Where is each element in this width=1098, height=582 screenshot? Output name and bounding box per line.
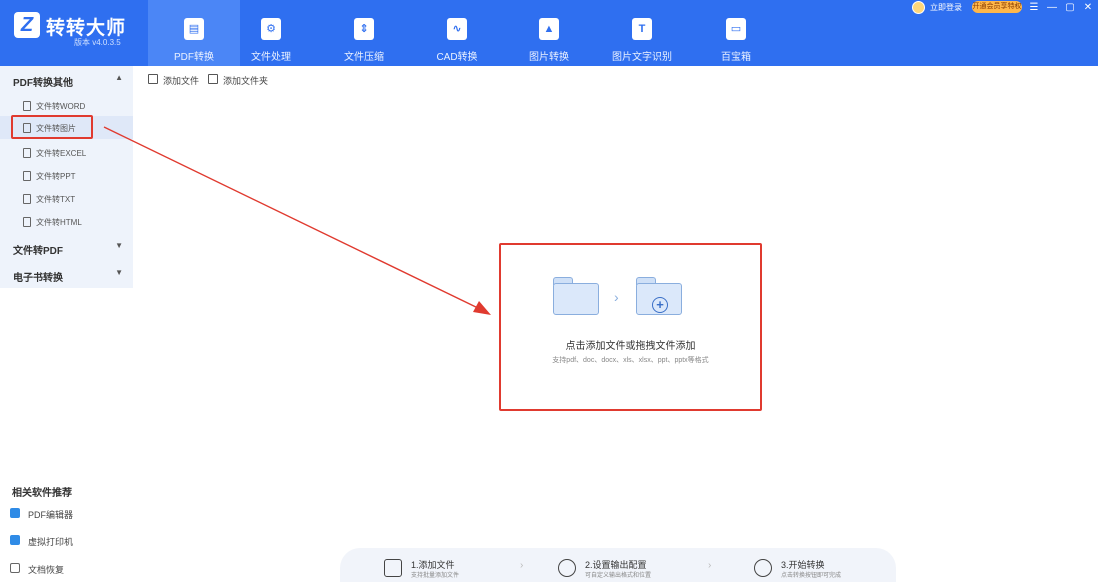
arrow-head <box>473 301 491 315</box>
sidebar-item-label: 文件转WORD <box>36 102 86 111</box>
sidebar-item-to-ppt[interactable]: 文件转PPT <box>0 164 133 187</box>
file-icon <box>23 217 31 227</box>
tab-cad-convert[interactable]: ∿ CAD转换 <box>411 0 503 66</box>
logo-mark: Z <box>14 12 40 38</box>
sidebar-item-to-txt[interactable]: 文件转TXT <box>0 187 133 210</box>
login-link[interactable]: 立即登录 <box>930 2 962 13</box>
sidebar-group-label: 文件转PDF <box>13 246 63 257</box>
sidebar-group-file-to-pdf[interactable]: 文件转PDF ▼ <box>0 236 133 260</box>
sidebar-group-ebook[interactable]: 电子书转换 ▼ <box>0 263 133 287</box>
sidebar-item-to-html[interactable]: 文件转HTML <box>0 210 133 233</box>
add-folder-button[interactable]: 添加文件夹 <box>208 72 278 88</box>
sidebar-item-label: 文件转HTML <box>36 218 82 227</box>
add-file-icon <box>148 74 158 84</box>
chevron-right-icon: › <box>614 289 619 305</box>
sidebar-group-pdf-other[interactable]: PDF转换其他 ▲ <box>0 68 133 92</box>
app-version: 版本 v4.0.3.5 <box>74 38 121 47</box>
step-subtitle: 可自定义输出格式和位置 <box>585 573 652 579</box>
sidebar-group-label: 电子书转换 <box>13 273 63 284</box>
related-item-pdf-editor[interactable]: PDF编辑器 <box>10 506 120 522</box>
close-icon[interactable]: ✕ <box>1080 0 1096 16</box>
related-label: PDF编辑器 <box>28 510 74 520</box>
chevron-down-icon: ▼ <box>115 241 123 250</box>
convert-icon <box>754 559 772 577</box>
recovery-icon <box>10 563 20 573</box>
folder-add-icon: + <box>636 277 682 315</box>
pdf-editor-icon <box>10 508 20 518</box>
avatar[interactable] <box>912 1 925 14</box>
tab-image-convert[interactable]: ▲ 图片转换 <box>503 0 595 66</box>
file-drop-zone[interactable]: › + 点击添加文件或拖拽文件添加 支持pdf、doc、docx、xls、xls… <box>499 243 762 411</box>
related-item-doc-recovery[interactable]: 文档恢复 <box>10 561 120 577</box>
toolbar-label: 添加文件夹 <box>223 76 269 86</box>
tab-label: 文件处理 <box>251 52 291 63</box>
step-separator: › <box>520 560 524 571</box>
compress-icon: ⇕ <box>354 18 374 40</box>
step-separator: › <box>708 560 712 571</box>
cad-icon: ∿ <box>447 18 467 40</box>
highlight-box-sidebar <box>11 115 93 139</box>
maximize-icon[interactable]: ▢ <box>1062 0 1078 16</box>
sidebar-item-to-word[interactable]: 文件转WORD <box>0 94 133 117</box>
tab-label: 图片转换 <box>529 52 569 63</box>
app-logo: Z 转转大师 版本 v4.0.3.5 <box>14 10 134 50</box>
menu-icon[interactable]: ☰ <box>1026 0 1042 16</box>
drop-zone-formats: 支持pdf、doc、docx、xls、xlsx、ppt、pptx等格式 <box>552 357 709 364</box>
tab-file-process[interactable]: ⚙ 文件处理 <box>225 0 317 66</box>
minimize-icon[interactable]: — <box>1044 0 1060 16</box>
tab-label: 文件压缩 <box>344 52 384 63</box>
sidebar-item-to-excel[interactable]: 文件转EXCEL <box>0 141 133 164</box>
tab-label: CAD转换 <box>436 52 478 63</box>
related-title: 相关软件推荐 <box>12 488 72 499</box>
file-icon <box>23 171 31 181</box>
arrow-line <box>103 126 481 310</box>
sidebar-item-label: 文件转TXT <box>36 195 76 204</box>
pdf-icon: ▤ <box>184 18 204 40</box>
top-right-area: 立即登录 开通会员享特权 ☰ — ▢ ✕ <box>908 0 1098 16</box>
sidebar-item-label: 文件转PPT <box>36 172 76 181</box>
toolbox-icon: ▭ <box>726 18 746 40</box>
add-file-icon <box>384 559 402 577</box>
ocr-icon: T <box>632 18 652 40</box>
tab-label: 图片文字识别 <box>612 52 672 63</box>
step-subtitle: 点击转换按钮即可完成 <box>781 573 842 579</box>
chevron-up-icon: ▲ <box>115 73 123 82</box>
tab-ocr[interactable]: T 图片文字识别 <box>596 0 688 66</box>
app-title: 转转大师 <box>46 18 127 39</box>
steps-bar: 1.添加文件 支持批量添加文件 › 2.设置输出配置 可自定义输出格式和位置 ›… <box>340 548 896 582</box>
chevron-down-icon: ▼ <box>115 268 123 277</box>
image-icon: ▲ <box>539 18 559 40</box>
settings-icon <box>558 559 576 577</box>
related-label: 文档恢复 <box>28 565 65 575</box>
printer-icon <box>10 535 20 545</box>
sidebar-group-label: PDF转换其他 <box>13 78 73 89</box>
add-folder-icon <box>208 74 218 84</box>
sidebar-item-label: 文件转EXCEL <box>36 149 87 158</box>
tab-file-compress[interactable]: ⇕ 文件压缩 <box>318 0 410 66</box>
toolbar-label: 添加文件 <box>163 76 200 86</box>
file-process-icon: ⚙ <box>261 18 281 40</box>
file-icon <box>23 148 31 158</box>
step-subtitle: 支持批量添加文件 <box>411 573 460 579</box>
related-label: 虚拟打印机 <box>28 537 74 547</box>
folder-icon <box>553 277 599 315</box>
add-file-button[interactable]: 添加文件 <box>148 72 208 88</box>
file-icon <box>23 101 31 111</box>
app-header: Z 转转大师 版本 v4.0.3.5 ▤ PDF转换 ⚙ 文件处理 ⇕ 文件压缩… <box>0 0 1098 66</box>
file-icon <box>23 194 31 204</box>
tab-label: 百宝箱 <box>721 52 751 63</box>
vip-badge[interactable]: 开通会员享特权 <box>972 1 1022 13</box>
tab-toolbox[interactable]: ▭ 百宝箱 <box>690 0 782 66</box>
drop-zone-text: 点击添加文件或拖拽文件添加 <box>565 341 696 352</box>
related-item-virtual-printer[interactable]: 虚拟打印机 <box>10 533 120 549</box>
